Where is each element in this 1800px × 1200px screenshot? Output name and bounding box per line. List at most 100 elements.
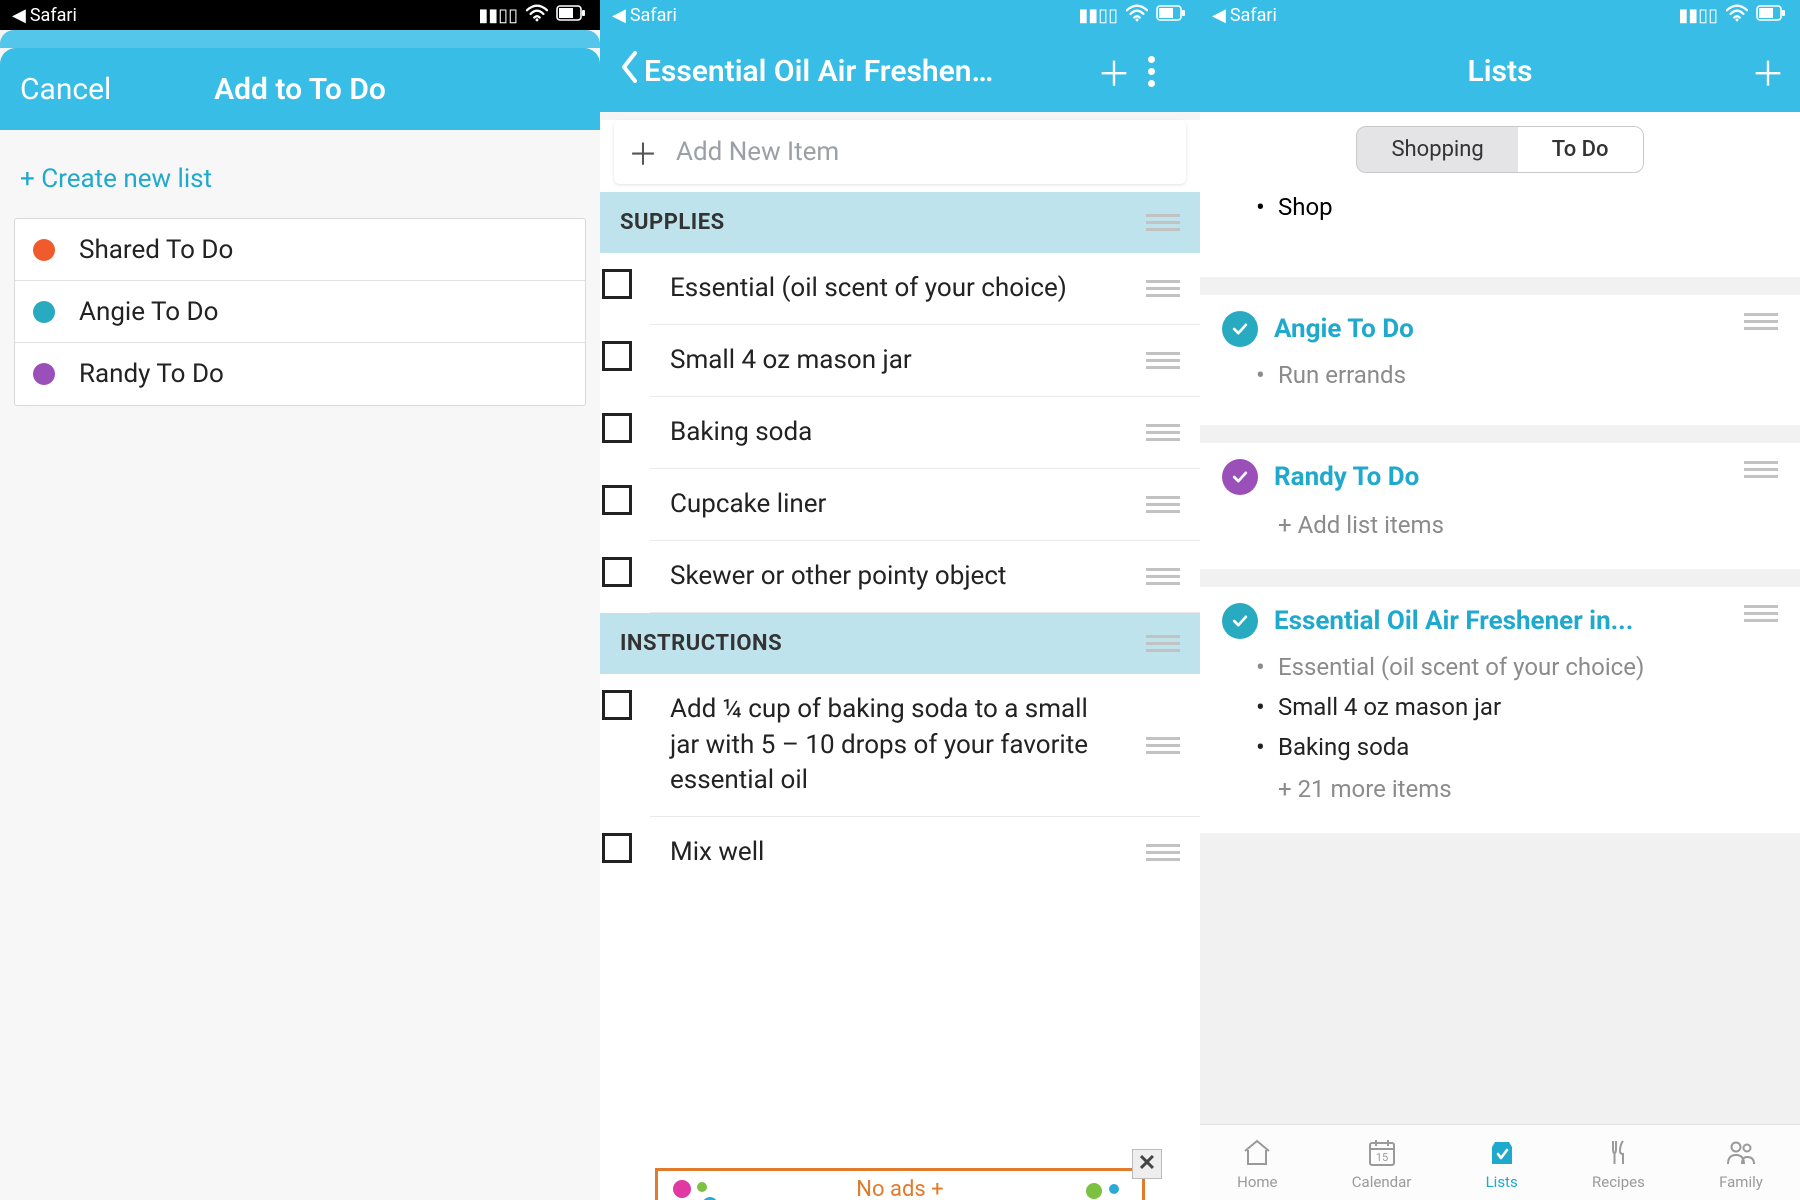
- tab-lists[interactable]: Lists: [1486, 1135, 1518, 1191]
- phone-2-list-detail: ◀ Safari ▮▮▯▯ Essential Oil Air Freshene…: [600, 0, 1200, 1200]
- check-badge-icon: [1222, 459, 1258, 495]
- back-button[interactable]: [620, 50, 640, 93]
- checklist-item[interactable]: Mix well: [650, 817, 1200, 888]
- status-icons: ▮▮▯▯: [478, 4, 586, 27]
- calendar-icon: 15: [1352, 1135, 1412, 1169]
- status-bar: ◀ Safari ▮▮▯▯: [1200, 0, 1800, 30]
- item-text: Mix well: [670, 835, 1146, 870]
- checklist-item[interactable]: Essential (oil scent of your choice): [650, 253, 1200, 325]
- tab-family[interactable]: Family: [1719, 1135, 1763, 1191]
- card-title: Angie To Do: [1274, 314, 1414, 344]
- checkbox[interactable]: [602, 833, 632, 863]
- list-option[interactable]: Angie To Do: [15, 281, 585, 343]
- back-to-safari[interactable]: ◀ Safari: [12, 5, 77, 26]
- checkbox[interactable]: [602, 413, 632, 443]
- back-to-safari[interactable]: ◀ Safari: [1212, 5, 1277, 26]
- drag-handle-icon[interactable]: [1146, 635, 1180, 652]
- drag-handle-icon[interactable]: [1146, 214, 1180, 231]
- list-option-label: Angie To Do: [79, 297, 218, 327]
- segmented-control[interactable]: Shopping To Do: [1356, 126, 1643, 173]
- status-icons: ▮▮▯▯: [1078, 4, 1186, 27]
- add-items-hint[interactable]: + Add list items: [1222, 503, 1778, 539]
- phone-3-lists-overview: ◀ Safari ▮▮▯▯ Lists ＋ Shopping To Do Sho…: [1200, 0, 1800, 1200]
- section-title: SUPPLIES: [620, 210, 725, 235]
- item-text: Essential (oil scent of your choice): [670, 271, 1146, 306]
- list-item[interactable]: Baking soda: [1278, 727, 1778, 767]
- battery-icon: [1756, 5, 1786, 26]
- list-card[interactable]: Essential Oil Air Freshener in... Essent…: [1200, 587, 1800, 833]
- create-new-list-button[interactable]: + Create new list: [0, 150, 600, 208]
- segmented-wrap: Shopping To Do: [1200, 112, 1800, 183]
- lists-icon: [1486, 1135, 1518, 1169]
- wifi-icon: [1126, 4, 1148, 27]
- orphan-list-card[interactable]: Shop: [1200, 183, 1800, 277]
- more-items-hint[interactable]: + 21 more items: [1222, 767, 1778, 803]
- add-item-placeholder: Add New Item: [676, 137, 839, 167]
- recipes-icon: [1592, 1135, 1645, 1169]
- checkbox[interactable]: [602, 269, 632, 299]
- checklist-item[interactable]: Cupcake liner: [650, 469, 1200, 541]
- cancel-button[interactable]: Cancel: [20, 72, 111, 107]
- checkbox[interactable]: [602, 557, 632, 587]
- item-text: Small 4 oz mason jar: [670, 343, 1146, 378]
- tab-recipes[interactable]: Recipes: [1592, 1135, 1645, 1191]
- wifi-icon: [526, 4, 548, 27]
- list-item[interactable]: Small 4 oz mason jar: [1278, 687, 1778, 727]
- tab-label: Recipes: [1592, 1173, 1645, 1191]
- list-title: Essential Oil Air Freshener...: [644, 54, 1004, 89]
- modal-header: Cancel Add to To Do: [0, 48, 600, 130]
- tab-label: Calendar: [1352, 1173, 1412, 1191]
- ad-banner[interactable]: ✕ No ads + premium features = cozi gold: [655, 1168, 1145, 1200]
- seg-todo[interactable]: To Do: [1518, 127, 1643, 172]
- add-icon[interactable]: ＋: [1094, 47, 1134, 96]
- section-header: INSTRUCTIONS: [600, 613, 1200, 674]
- checklist-item[interactable]: Skewer or other pointy object: [650, 541, 1200, 613]
- tab-label: Home: [1237, 1173, 1277, 1191]
- drag-handle-icon[interactable]: [1146, 496, 1180, 513]
- drag-handle-icon[interactable]: [1146, 568, 1180, 585]
- signal-icon: ▮▮▯▯: [1078, 5, 1118, 26]
- modal-body: + Create new list Shared To Do Angie To …: [0, 130, 600, 1200]
- back-to-safari[interactable]: ◀ Safari: [612, 5, 677, 26]
- status-icons: ▮▮▯▯: [1678, 4, 1786, 27]
- tab-home[interactable]: Home: [1237, 1135, 1277, 1191]
- family-icon: [1719, 1135, 1763, 1169]
- drag-handle-icon[interactable]: [1146, 424, 1180, 441]
- color-dot-icon: [33, 239, 55, 261]
- list-option-label: Shared To Do: [79, 235, 233, 265]
- list-body: ＋ Add New Item SUPPLIES Essential (oil s…: [600, 120, 1200, 1200]
- plus-icon: ＋: [628, 130, 658, 174]
- checklist-item[interactable]: Baking soda: [650, 397, 1200, 469]
- drag-handle-icon[interactable]: [1744, 605, 1778, 622]
- lists-body: Shopping To Do Shop Angie To Do Run erra…: [1200, 112, 1800, 1200]
- list-item[interactable]: Shop: [1278, 187, 1778, 227]
- signal-icon: ▮▮▯▯: [1678, 5, 1718, 26]
- list-card[interactable]: Angie To Do Run errands: [1200, 295, 1800, 425]
- add-icon[interactable]: ＋: [1748, 47, 1788, 96]
- wifi-icon: [1726, 4, 1748, 27]
- checklist-item[interactable]: Small 4 oz mason jar: [650, 325, 1200, 397]
- add-item-input[interactable]: ＋ Add New Item: [614, 120, 1186, 184]
- checkbox[interactable]: [602, 341, 632, 371]
- battery-icon: [1156, 5, 1186, 26]
- list-item[interactable]: Essential (oil scent of your choice): [1278, 647, 1778, 687]
- drag-handle-icon[interactable]: [1744, 313, 1778, 330]
- list-card[interactable]: Randy To Do + Add list items: [1200, 443, 1800, 569]
- tab-calendar[interactable]: 15 Calendar: [1352, 1135, 1412, 1191]
- more-icon[interactable]: [1148, 56, 1188, 87]
- ad-text-1: No ads +: [856, 1177, 943, 1200]
- drag-handle-icon[interactable]: [1146, 280, 1180, 297]
- checkbox[interactable]: [602, 690, 632, 720]
- drag-handle-icon[interactable]: [1146, 844, 1180, 861]
- drag-handle-icon[interactable]: [1146, 737, 1180, 754]
- checkbox[interactable]: [602, 485, 632, 515]
- card-title: Randy To Do: [1274, 462, 1419, 492]
- ad-close-icon[interactable]: ✕: [1132, 1149, 1162, 1179]
- list-item[interactable]: Run errands: [1278, 355, 1778, 395]
- checklist-item[interactable]: Add ¼ cup of baking soda to a small jar …: [650, 674, 1200, 816]
- seg-shopping[interactable]: Shopping: [1357, 127, 1517, 172]
- list-option[interactable]: Shared To Do: [15, 219, 585, 281]
- drag-handle-icon[interactable]: [1744, 461, 1778, 478]
- list-option[interactable]: Randy To Do: [15, 343, 585, 405]
- drag-handle-icon[interactable]: [1146, 352, 1180, 369]
